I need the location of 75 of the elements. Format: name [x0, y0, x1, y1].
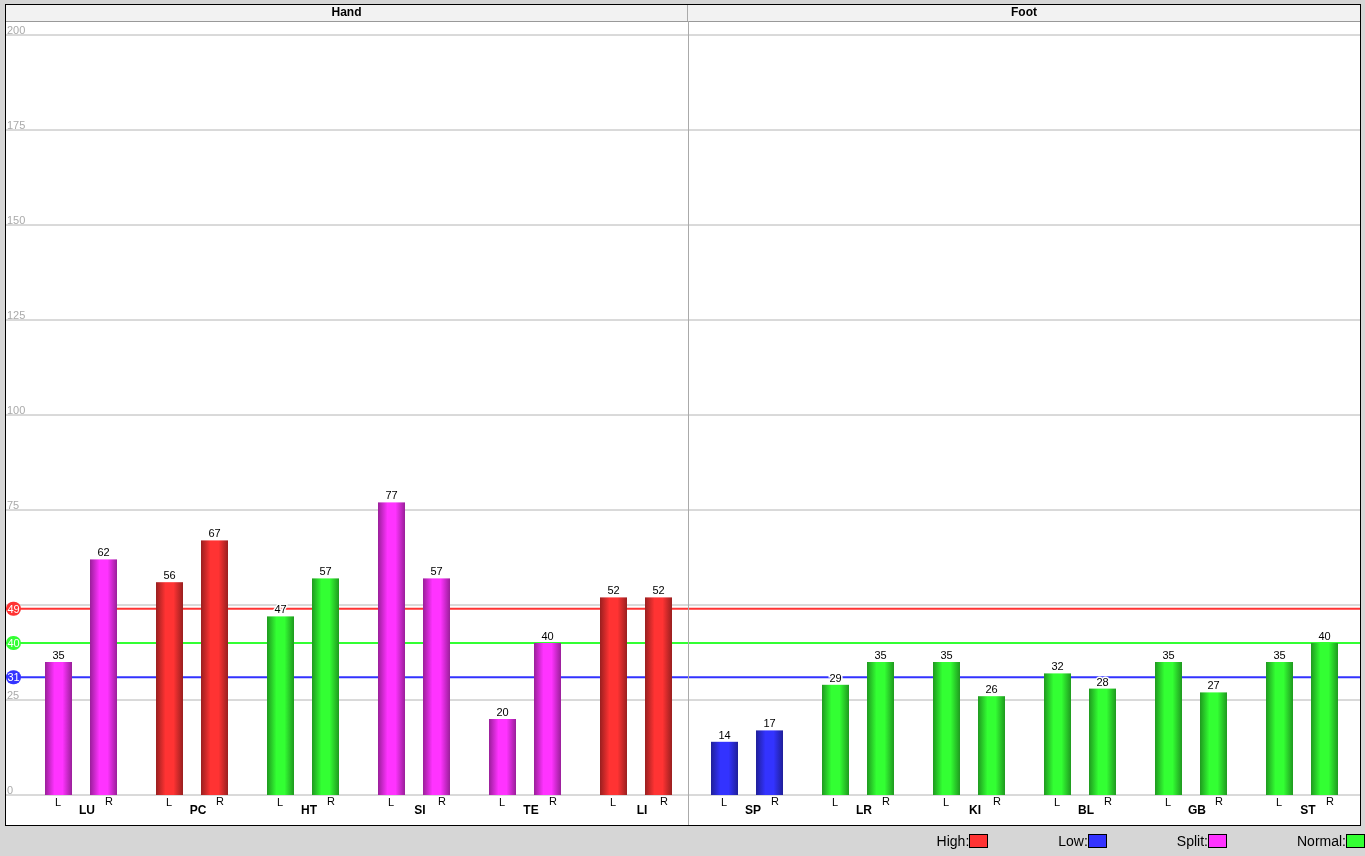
- side-label: R: [882, 795, 890, 807]
- side-label: R: [549, 795, 557, 807]
- side-label: L: [609, 796, 617, 808]
- side-label: R: [327, 795, 335, 807]
- side-label: R: [1104, 795, 1112, 807]
- legend-label: Low:: [1058, 833, 1088, 849]
- side-label: R: [771, 795, 779, 807]
- value-label: 35: [874, 649, 887, 661]
- side-label: L: [720, 796, 728, 808]
- axis-tick-label: 75: [7, 499, 20, 511]
- value-label: 77: [385, 489, 398, 502]
- value-label: 52: [652, 584, 665, 597]
- value-label: 57: [430, 565, 443, 578]
- axis-tick-label: 150: [7, 214, 26, 226]
- value-label: 35: [940, 649, 953, 661]
- category-label: KI: [969, 803, 981, 817]
- category-label: TE: [523, 803, 539, 817]
- value-label: 28: [1096, 675, 1109, 688]
- axis-tick-label: 125: [7, 309, 26, 321]
- side-label: L: [1164, 796, 1172, 808]
- side-label: L: [831, 796, 839, 808]
- legend-label: Normal:: [1297, 833, 1346, 849]
- legend-label: Split:: [1176, 833, 1208, 849]
- side-label: L: [276, 796, 284, 808]
- section-header: Foot: [1010, 5, 1038, 21]
- value-label: 56: [163, 569, 176, 582]
- value-label: 62: [97, 546, 110, 559]
- reference-badge: 49: [6, 601, 21, 616]
- section-header: Hand: [6, 5, 688, 21]
- value-label: 27: [1207, 679, 1220, 692]
- axis-tick-label: 100: [7, 404, 26, 416]
- value-label: 35: [52, 649, 65, 661]
- side-label: R: [1215, 795, 1223, 807]
- legend-label: High:: [936, 833, 970, 849]
- category-label: ST: [1300, 803, 1316, 817]
- side-label: L: [1053, 796, 1061, 808]
- category-label: LU: [79, 803, 95, 817]
- category-label: HT: [301, 803, 317, 817]
- value-label: 40: [1318, 630, 1331, 642]
- value-label: 67: [208, 527, 221, 540]
- category-label: LR: [856, 803, 872, 817]
- category-label: LI: [636, 803, 648, 817]
- side-label: R: [660, 795, 668, 807]
- value-label: 35: [1273, 649, 1286, 661]
- side-label: L: [165, 796, 173, 808]
- value-label: 20: [496, 706, 509, 718]
- side-label: R: [216, 795, 224, 807]
- axis-tick-label: 0: [7, 784, 14, 796]
- category-label: PC: [189, 803, 207, 817]
- side-label: R: [1326, 795, 1334, 807]
- reference-badge: 40: [6, 636, 21, 650]
- side-label: R: [105, 795, 113, 807]
- value-label: 35: [1162, 649, 1175, 661]
- value-label: 14: [718, 728, 731, 741]
- value-label: 40: [541, 630, 554, 642]
- side-label: R: [993, 795, 1001, 807]
- axis-tick-label: 175: [7, 119, 26, 131]
- axis-tick-label: 200: [7, 24, 26, 36]
- side-label: L: [942, 796, 950, 808]
- value-label: 26: [985, 683, 998, 696]
- axis-tick-label: 25: [7, 689, 20, 701]
- side-label: L: [1275, 796, 1283, 808]
- value-label: 17: [763, 717, 776, 730]
- value-label: 32: [1051, 660, 1064, 673]
- value-label: 57: [319, 565, 332, 578]
- category-label: SI: [414, 803, 426, 817]
- side-label: L: [387, 796, 395, 808]
- category-label: GB: [1188, 803, 1206, 817]
- reference-badge: 31: [6, 670, 21, 685]
- side-label: L: [54, 796, 62, 808]
- category-label: SP: [745, 803, 761, 817]
- value-label: 52: [607, 584, 620, 597]
- side-label: L: [498, 796, 506, 808]
- category-label: BL: [1078, 803, 1094, 817]
- side-label: R: [438, 795, 446, 807]
